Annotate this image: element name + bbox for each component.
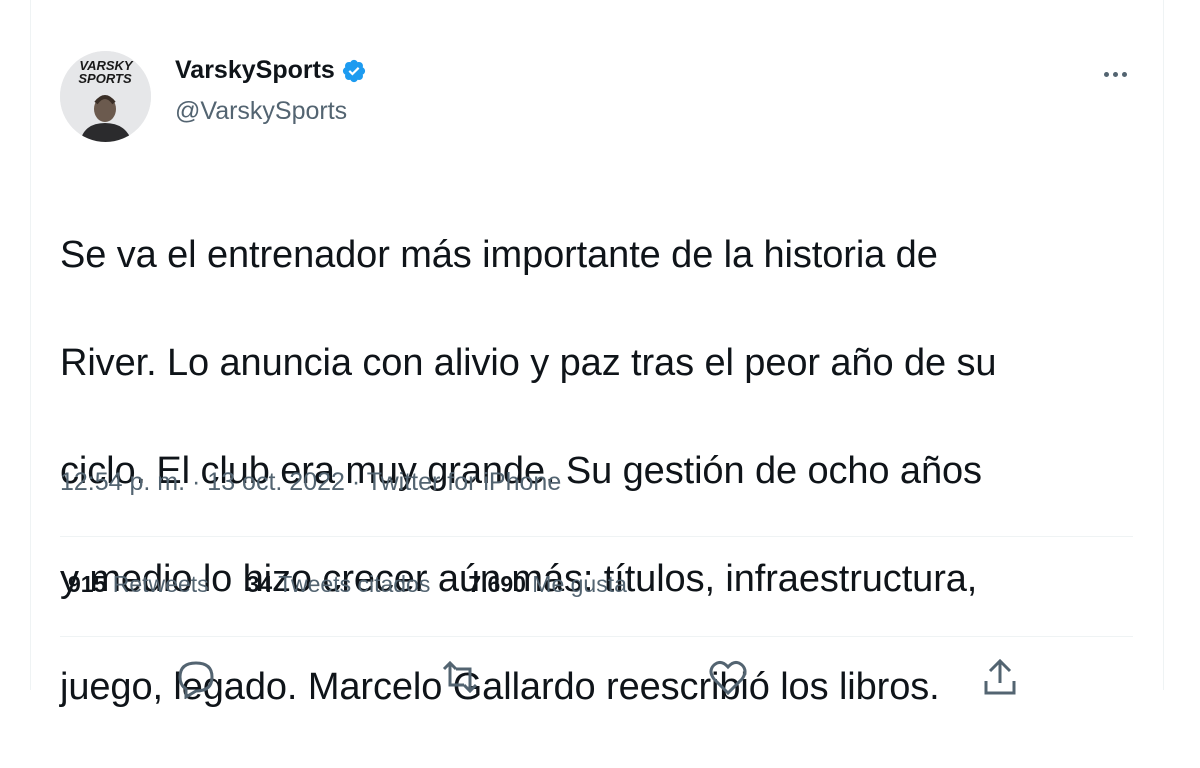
retweet-icon[interactable] bbox=[438, 655, 482, 699]
retweets-stat[interactable]: 915 Retweets bbox=[68, 571, 209, 598]
action-bar bbox=[0, 655, 1200, 700]
divider bbox=[60, 636, 1133, 637]
display-name[interactable]: VarskySports bbox=[175, 56, 335, 85]
divider bbox=[60, 536, 1133, 537]
tweet-stats: 915 Retweets 34 Tweets citados 7.690 Me … bbox=[68, 571, 665, 598]
tweet-time[interactable]: 12:54 p. m. bbox=[60, 468, 185, 496]
share-icon[interactable] bbox=[978, 655, 1022, 699]
avatar-text-2: SPORTS bbox=[78, 71, 132, 86]
tweet-text-line: River. Lo anuncia con alivio y paz tras … bbox=[60, 342, 997, 384]
verified-badge-icon bbox=[342, 59, 365, 82]
tweet-text-line: Se va el entrenador más importante de la… bbox=[60, 234, 938, 276]
avatar[interactable]: VARSKY SPORTS bbox=[60, 51, 151, 142]
quotes-stat[interactable]: 34 Tweets citados bbox=[247, 571, 431, 598]
tweet-source[interactable]: Twitter for iPhone bbox=[367, 468, 562, 496]
reply-icon[interactable] bbox=[174, 655, 218, 700]
like-icon[interactable] bbox=[706, 655, 750, 699]
account-handle[interactable]: @VarskySports bbox=[175, 97, 347, 126]
tweet-meta: 12:54 p. m. · 13 oct. 2022 · Twitter for… bbox=[60, 468, 562, 496]
likes-stat[interactable]: 7.690 Me gusta bbox=[468, 571, 627, 598]
tweet-date[interactable]: 13 oct. 2022 bbox=[207, 468, 345, 496]
more-options-icon[interactable] bbox=[1097, 62, 1133, 86]
